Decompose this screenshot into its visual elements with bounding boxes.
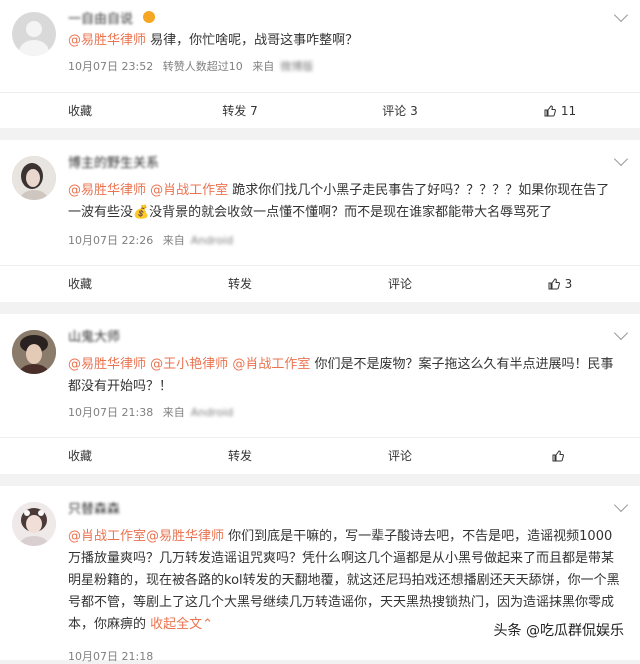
vip-badge-icon xyxy=(143,11,155,23)
like-button[interactable]: 11 xyxy=(480,93,640,129)
source-device: Android xyxy=(191,406,234,419)
thumbs-up-icon xyxy=(552,450,564,462)
watermark: 头条 @吃瓜群侃娱乐 xyxy=(490,618,628,642)
comment-meta: 10月07日 22:26 来自 Android xyxy=(68,232,239,248)
mention-link[interactable]: @肖战工作室 xyxy=(68,529,146,544)
chevron-up-icon: ⌃ xyxy=(202,617,213,632)
avatar[interactable] xyxy=(12,502,56,546)
comment-meta: 10月07日 21:18 xyxy=(68,648,159,664)
mention-link[interactable]: @易胜华律师 xyxy=(68,33,146,48)
avatar[interactable] xyxy=(12,330,56,374)
comment-card: 博主的野生关系 @易胜华律师 @肖战工作室 跪求你们找几个小黑子走民事告了好吗？… xyxy=(0,140,640,302)
username[interactable]: 一自由自说 xyxy=(68,8,133,27)
action-bar: 收藏 转发 评论 xyxy=(0,437,640,474)
comment-card: 山鬼大师 @易胜华律师 @王小艳律师 @肖战工作室 你们是不是废物？案子拖这么久… xyxy=(0,314,640,474)
chevron-down-icon[interactable] xyxy=(614,8,628,22)
timestamp: 10月07日 21:18 xyxy=(68,650,153,663)
mention-link[interactable]: @肖战工作室 xyxy=(150,183,228,198)
chevron-down-icon[interactable] xyxy=(614,326,628,340)
comment-text: @易胜华律师 @王小艳律师 @肖战工作室 你们是不是废物？案子拖这么久有半点进展… xyxy=(68,354,620,398)
favorite-button[interactable]: 收藏 xyxy=(0,438,160,474)
repost-stat: 转赞人数超过10 xyxy=(163,60,243,73)
comment-text: @易胜华律师 易律，你忙啥呢，战哥这事咋整啊？ xyxy=(68,30,620,52)
source-prefix: 来自 xyxy=(252,60,274,73)
expand-link[interactable]: 收起全文 xyxy=(150,617,202,632)
favorite-button[interactable]: 收藏 xyxy=(0,93,160,129)
mention-link[interactable]: @王小艳律师 xyxy=(150,357,228,372)
source-prefix: 来自 xyxy=(163,406,185,419)
action-bar: 收藏 转发 7 评论 3 11 xyxy=(0,92,640,129)
repost-button[interactable]: 转发 7 xyxy=(160,93,320,129)
mention-link[interactable]: @易胜华律师 xyxy=(146,529,224,544)
like-count: 3 xyxy=(565,277,573,291)
comment-button[interactable]: 评论 3 xyxy=(320,93,480,129)
favorite-button[interactable]: 收藏 xyxy=(0,266,160,302)
comment-button[interactable]: 评论 xyxy=(320,266,480,302)
username[interactable]: 只替森森 xyxy=(68,498,120,517)
mention-link[interactable]: @易胜华律师 xyxy=(68,183,146,198)
username[interactable]: 山鬼大师 xyxy=(68,326,120,345)
like-button[interactable]: 3 xyxy=(480,266,640,302)
comment-meta: 10月07日 21:38 来自 Android xyxy=(68,404,239,420)
comment-text: @易胜华律师 @肖战工作室 跪求你们找几个小黑子走民事告了好吗？？？？？如果你现… xyxy=(68,180,620,224)
comment-card: 一自由自说 @易胜华律师 易律，你忙啥呢，战哥这事咋整啊？ 10月07日 23:… xyxy=(0,0,640,128)
chevron-down-icon[interactable] xyxy=(614,498,628,512)
comment-body: 易律，你忙啥呢，战哥这事咋整啊？ xyxy=(146,33,358,48)
comment-meta: 10月07日 23:52 转赞人数超过10 来自微博版 xyxy=(68,58,319,74)
timestamp: 10月07日 21:38 xyxy=(68,406,153,419)
mention-link[interactable]: @易胜华律师 xyxy=(68,357,146,372)
comment-button[interactable]: 评论 xyxy=(320,438,480,474)
avatar[interactable] xyxy=(12,12,56,56)
username[interactable]: 博主的野生关系 xyxy=(68,152,159,171)
timestamp: 10月07日 22:26 xyxy=(68,234,153,247)
source-prefix: 来自 xyxy=(163,234,185,247)
timestamp: 10月07日 23:52 xyxy=(68,60,153,73)
source-device: Android xyxy=(191,234,234,247)
repost-button[interactable]: 转发 xyxy=(160,438,320,474)
repost-button[interactable]: 转发 xyxy=(160,266,320,302)
like-button[interactable] xyxy=(480,438,640,474)
thumbs-up-icon xyxy=(548,278,560,290)
mention-link[interactable]: @肖战工作室 xyxy=(232,357,310,372)
action-bar: 收藏 转发 评论 3 xyxy=(0,265,640,302)
like-count: 11 xyxy=(561,104,576,118)
avatar[interactable] xyxy=(12,156,56,200)
source-device: 微博版 xyxy=(280,60,313,73)
thumbs-up-icon xyxy=(544,105,556,117)
chevron-down-icon[interactable] xyxy=(614,152,628,166)
